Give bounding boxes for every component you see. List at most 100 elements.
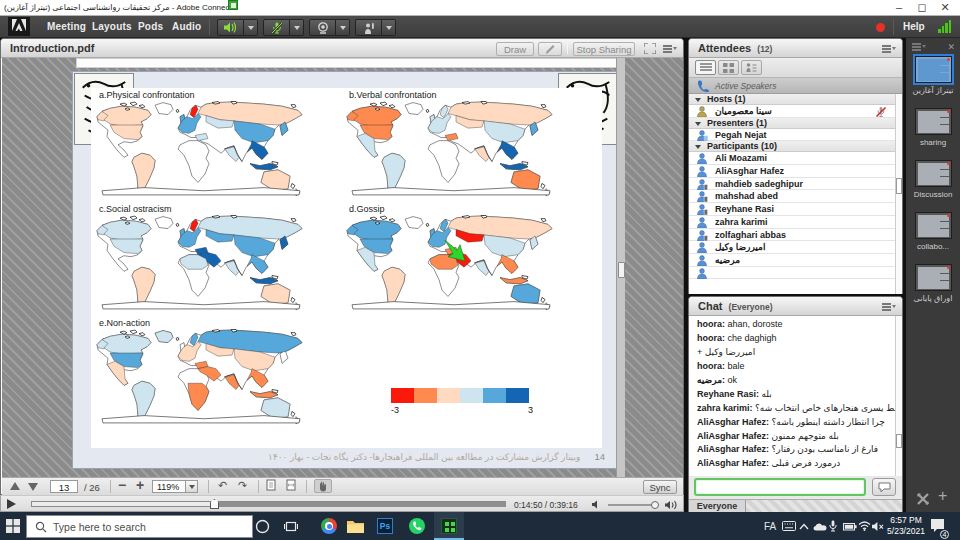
- raise-hand-button-group[interactable]: [355, 19, 396, 36]
- menu-pods[interactable]: Pods: [138, 21, 163, 32]
- seek-bar[interactable]: [31, 501, 506, 507]
- attendee-row[interactable]: مرضیه: [689, 254, 895, 267]
- seek-thumb[interactable]: [210, 499, 219, 509]
- previous-slide-edge: [76, 58, 619, 68]
- taskbar-search[interactable]: Type here to search: [26, 515, 253, 538]
- pan-hand-button[interactable]: [314, 479, 332, 493]
- adobe-connect-taskbar-icon[interactable]: [434, 512, 464, 540]
- photoshop-icon[interactable]: Ps: [370, 512, 400, 540]
- microphone-tray-icon[interactable]: [829, 512, 837, 540]
- start-button[interactable]: [0, 512, 26, 540]
- layout-thumbnail-4[interactable]: [915, 212, 952, 239]
- touch-keyboard-icon[interactable]: [782, 512, 796, 540]
- volume-slider[interactable]: [608, 504, 656, 506]
- menu-audio[interactable]: Audio: [172, 21, 201, 32]
- language-indicator[interactable]: FA: [764, 512, 776, 540]
- fit-page-button[interactable]: [266, 479, 276, 493]
- menu-meeting[interactable]: Meeting: [47, 21, 86, 32]
- attendee-row[interactable]: Pegah Nejat: [689, 129, 895, 142]
- file-explorer-icon[interactable]: [340, 512, 370, 540]
- attendee-row[interactable]: Ali Moazami: [689, 152, 895, 165]
- layout-thumbnail-5[interactable]: [915, 264, 952, 291]
- attendee-row[interactable]: zahra karimi: [689, 216, 895, 229]
- attendee-row[interactable]: mahshad abed: [689, 190, 895, 203]
- pen-tool-button[interactable]: [538, 42, 562, 56]
- undo-button[interactable]: ↶: [218, 479, 227, 492]
- mic-dropdown[interactable]: [290, 19, 304, 36]
- mic-muted-icon[interactable]: [263, 19, 290, 36]
- action-center-icon[interactable]: 4: [930, 518, 945, 537]
- zoom-level-select[interactable]: 119%: [152, 480, 198, 493]
- onedrive-icon[interactable]: [813, 512, 827, 540]
- draw-button[interactable]: Draw: [496, 42, 534, 56]
- attendees-grid-view-button[interactable]: [718, 60, 739, 75]
- attendees-section-participants[interactable]: Participants (10): [689, 141, 895, 152]
- chat-send-button[interactable]: [872, 478, 896, 496]
- volume-down-icon[interactable]: [592, 500, 600, 509]
- play-button[interactable]: [7, 499, 16, 509]
- layout-thumbnail-2[interactable]: [915, 108, 952, 135]
- webcam-icon[interactable]: [309, 19, 336, 36]
- raise-hand-dropdown[interactable]: [382, 19, 396, 36]
- add-layout-button[interactable]: +: [938, 487, 947, 505]
- page-up-button[interactable]: [10, 480, 20, 493]
- webcam-button-group[interactable]: [309, 19, 350, 36]
- chat-message: AliAsghar Hafez: چرا انتظار داشته اینطور…: [689, 418, 895, 428]
- stop-sharing-button[interactable]: Stop Sharing: [573, 42, 635, 56]
- chat-pod-menu-icon[interactable]: [882, 303, 895, 311]
- attendee-row[interactable]: [689, 267, 895, 280]
- attendee-row[interactable]: سینا معصومیان: [689, 105, 895, 118]
- wifi-icon[interactable]: [858, 512, 871, 540]
- attendees-list-view-button[interactable]: [695, 60, 716, 75]
- attendees-section-presenters[interactable]: Presenters (1): [689, 118, 895, 129]
- speaker-button-group[interactable]: [217, 19, 258, 36]
- attendee-row[interactable]: Reyhane Rasi: [689, 203, 895, 216]
- help-menu[interactable]: Help: [903, 21, 925, 32]
- sync-button[interactable]: Sync: [643, 480, 677, 494]
- attendees-pod-menu-icon[interactable]: [882, 45, 895, 53]
- fit-width-button[interactable]: [286, 479, 296, 493]
- layouts-pin-icon[interactable]: ✕: [947, 42, 955, 52]
- attendees-section-hosts[interactable]: Hosts (1): [689, 94, 895, 105]
- layouts-tools-icon[interactable]: [916, 492, 930, 506]
- attendee-row[interactable]: امیررضا وکیل: [689, 241, 895, 254]
- page-down-button[interactable]: [28, 480, 38, 493]
- attendee-row[interactable]: mahdieb sadeghipur: [689, 178, 895, 191]
- cortana-button[interactable]: [247, 512, 277, 540]
- pdf-toolbar: 13 / 26 − + 119% ↶ ↷ Sync: [2, 477, 683, 495]
- zoom-out-button[interactable]: −: [118, 477, 126, 490]
- taskbar-clock[interactable]: 6:57 PM5/23/2021: [884, 515, 928, 537]
- share-vertical-scrollbar[interactable]: [616, 58, 625, 477]
- show-hidden-icons-chevron[interactable]: [799, 512, 809, 540]
- redo-button[interactable]: ↷: [238, 479, 247, 492]
- speaker-icon[interactable]: [217, 19, 244, 36]
- mic-button-group[interactable]: [263, 19, 304, 36]
- attendee-row[interactable]: zolfaghari abbas: [689, 229, 895, 242]
- layout-thumbnail-3[interactable]: [915, 160, 952, 187]
- raise-hand-icon[interactable]: [355, 19, 382, 36]
- chat-input[interactable]: [694, 478, 866, 496]
- menu-layouts[interactable]: Layouts: [92, 21, 132, 32]
- attendee-row[interactable]: AliAsghar Hafez: [689, 165, 895, 178]
- volume-knob[interactable]: [651, 501, 659, 509]
- attendees-status-view-button[interactable]: [741, 60, 762, 75]
- speaker-dropdown[interactable]: [244, 19, 258, 36]
- volume-up-icon[interactable]: [665, 500, 678, 510]
- layouts-menu-icon[interactable]: [912, 43, 925, 51]
- attendees-scrollbar[interactable]: [895, 94, 902, 294]
- share-pod-menu-icon[interactable]: [663, 45, 676, 53]
- zoom-in-button[interactable]: +: [136, 477, 144, 490]
- webcam-dropdown[interactable]: [336, 19, 350, 36]
- whatsapp-icon[interactable]: [402, 512, 432, 540]
- close-button[interactable]: ✕: [939, 2, 951, 14]
- layout-live-dot: [947, 110, 950, 113]
- adobe-logo[interactable]: [8, 17, 30, 36]
- maximize-button[interactable]: ◻: [916, 2, 928, 14]
- chat-scrollbar[interactable]: [895, 316, 902, 476]
- page-number-input[interactable]: 13: [50, 480, 78, 493]
- fullscreen-button[interactable]: [639, 42, 661, 56]
- task-view-button[interactable]: [276, 512, 306, 540]
- layout-thumbnail-1[interactable]: [915, 56, 952, 83]
- battery-icon[interactable]: [843, 512, 857, 540]
- minimize-button[interactable]: –: [893, 2, 905, 14]
